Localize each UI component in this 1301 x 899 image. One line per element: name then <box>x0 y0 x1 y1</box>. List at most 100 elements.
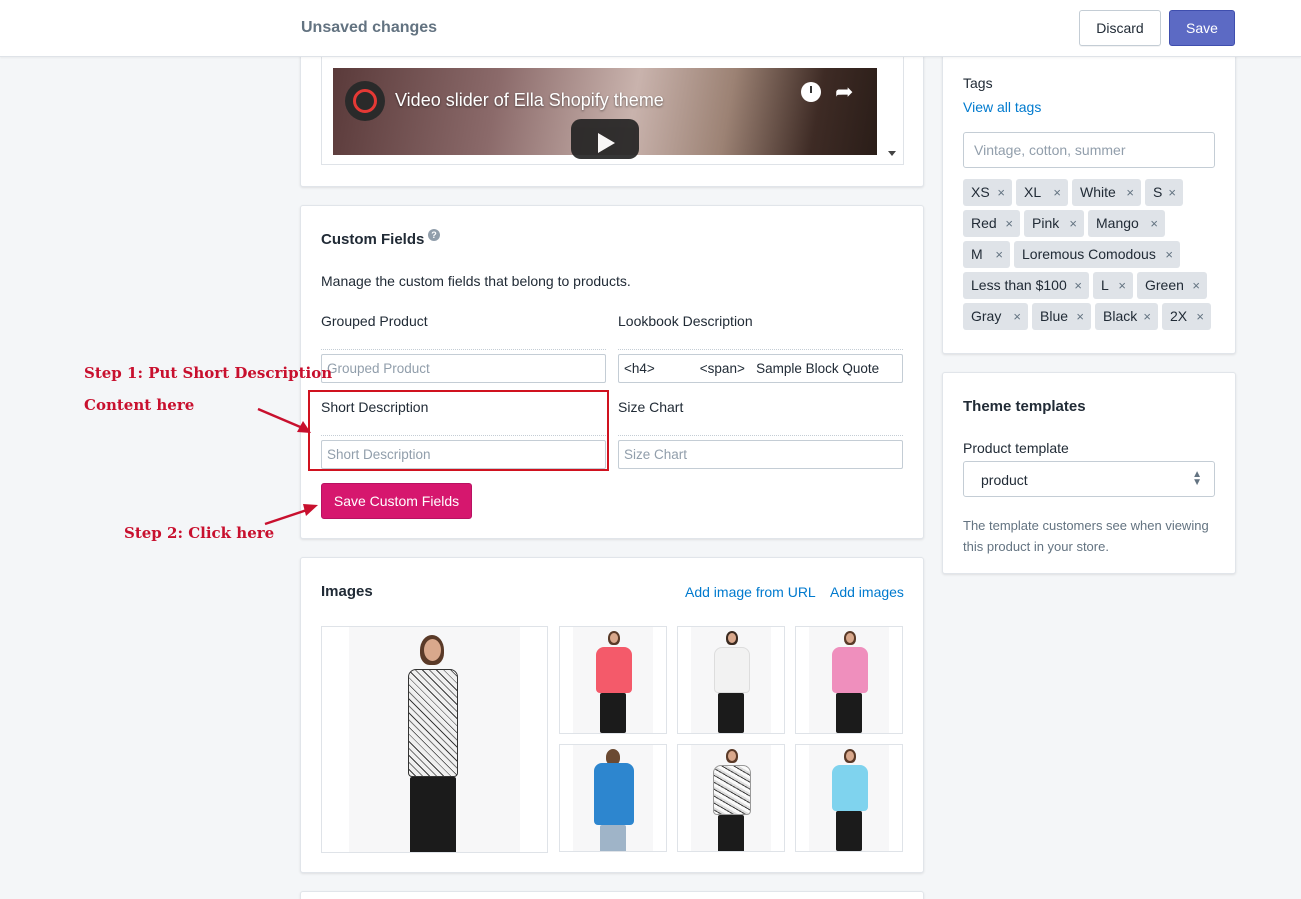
tag-label: S <box>1153 184 1163 200</box>
remove-tag-icon[interactable]: × <box>1168 179 1176 206</box>
tag-label: XL <box>1024 184 1042 200</box>
custom-fields-title: Custom Fields <box>321 231 425 248</box>
remove-tag-icon[interactable]: × <box>1126 179 1134 206</box>
lookbook-description-input[interactable] <box>618 354 903 383</box>
tag-chip[interactable]: S × <box>1145 179 1183 206</box>
theme-templates-card: Theme templates Product template product… <box>942 372 1236 574</box>
embedded-video-frame[interactable]: Video slider of Ella Shopify theme ➦ <box>321 56 904 165</box>
field-divider <box>618 349 903 350</box>
remove-tag-icon[interactable]: × <box>997 179 1005 206</box>
tag-chip[interactable]: Pink × <box>1024 210 1084 237</box>
remove-tag-icon[interactable]: × <box>1165 241 1173 268</box>
images-title: Images <box>321 583 373 600</box>
tag-chip[interactable]: Less than $100 × <box>963 272 1089 299</box>
tag-chip[interactable]: Blue × <box>1032 303 1091 330</box>
clock-icon[interactable] <box>801 82 821 102</box>
discard-button[interactable]: Discard <box>1079 10 1161 46</box>
tag-chip[interactable]: XL × <box>1016 179 1068 206</box>
grouped-product-input[interactable] <box>321 354 606 383</box>
step1-annotation-line2: Content here <box>84 396 195 414</box>
remove-tag-icon[interactable]: × <box>1118 272 1126 299</box>
tag-chip[interactable]: 2X × <box>1162 303 1211 330</box>
remove-tag-icon[interactable]: × <box>1005 210 1013 237</box>
remove-tag-icon[interactable]: × <box>1192 272 1200 299</box>
tag-chip[interactable]: Green × <box>1137 272 1207 299</box>
top-bar: Unsaved changes Discard Save <box>0 0 1301 57</box>
video-title: Video slider of Ella Shopify theme <box>395 90 664 110</box>
tag-label: M <box>971 246 983 262</box>
remove-tag-icon[interactable]: × <box>1013 303 1021 330</box>
theme-templates-title: Theme templates <box>963 398 1086 415</box>
tag-label: Pink <box>1032 215 1060 231</box>
tag-chip[interactable]: XS × <box>963 179 1012 206</box>
images-card: Images Add image from URL Add images <box>300 557 924 873</box>
product-image-main[interactable] <box>321 626 548 853</box>
help-icon[interactable]: ? <box>428 229 440 241</box>
tag-chip[interactable]: Loremous Comodous × <box>1014 241 1180 268</box>
tag-label: XS <box>971 184 990 200</box>
remove-tag-icon[interactable]: × <box>1076 303 1084 330</box>
view-all-tags-link[interactable]: View all tags <box>963 99 1041 115</box>
remove-tag-icon[interactable]: × <box>1074 272 1082 299</box>
custom-fields-card: Custom Fields ? Manage the custom fields… <box>300 205 924 539</box>
product-image-thumb[interactable] <box>795 744 903 852</box>
size-chart-input[interactable] <box>618 440 903 469</box>
tag-chip[interactable]: White × <box>1072 179 1141 206</box>
add-image-from-url-link[interactable]: Add image from URL <box>685 584 816 600</box>
tag-chip[interactable]: Black × <box>1095 303 1158 330</box>
product-image-thumb[interactable] <box>559 626 667 734</box>
product-image-thumb[interactable] <box>559 744 667 852</box>
tag-label: 2X <box>1170 308 1188 324</box>
video-thumbnail[interactable]: Video slider of Ella Shopify theme ➦ <box>333 68 877 159</box>
tag-label: Less than $100 <box>971 277 1067 293</box>
save-button[interactable]: Save <box>1169 10 1235 46</box>
short-description-input[interactable] <box>321 440 606 469</box>
video-channel-logo-icon <box>345 81 385 121</box>
lookbook-description-label: Lookbook Description <box>618 313 753 329</box>
tag-label: White <box>1080 184 1116 200</box>
tag-label: Loremous Comodous <box>1022 246 1156 262</box>
tags-label: Tags <box>963 75 993 91</box>
select-arrows-icon: ▲ ▼ <box>1192 469 1202 488</box>
remove-tag-icon[interactable]: × <box>1143 303 1151 330</box>
remove-tag-icon[interactable]: × <box>1150 210 1158 237</box>
tag-label: Green <box>1145 277 1184 293</box>
scroll-down-icon[interactable] <box>888 151 896 156</box>
grouped-product-label: Grouped Product <box>321 313 428 329</box>
tag-chip[interactable]: Red × <box>963 210 1020 237</box>
tag-label: Blue <box>1040 308 1069 324</box>
remove-tag-icon[interactable]: × <box>1053 179 1061 206</box>
selected-template: product <box>981 472 1028 488</box>
field-divider <box>321 349 606 350</box>
tag-chip[interactable]: Mango × <box>1088 210 1165 237</box>
share-icon[interactable]: ➦ <box>835 79 853 105</box>
tag-chip[interactable]: Gray × <box>963 303 1028 330</box>
play-icon[interactable] <box>571 119 639 159</box>
unsaved-changes-title: Unsaved changes <box>301 19 438 36</box>
product-image-thumb[interactable] <box>795 626 903 734</box>
step1-annotation-line1: Step 1: Put Short Description <box>84 364 333 382</box>
remove-tag-icon[interactable]: × <box>1069 210 1077 237</box>
template-help-text: The template customers see when viewing … <box>963 518 1209 554</box>
product-image-thumb[interactable] <box>677 744 785 852</box>
tag-label: Mango <box>1096 215 1139 231</box>
step1-arrow-icon <box>257 407 311 433</box>
tag-chip[interactable]: L × <box>1093 272 1133 299</box>
add-images-link[interactable]: Add images <box>830 584 904 600</box>
step2-arrow-icon <box>264 504 318 526</box>
tag-label: L <box>1101 277 1109 293</box>
step2-annotation: Step 2: Click here <box>124 524 275 542</box>
remove-tag-icon[interactable]: × <box>1196 303 1204 330</box>
next-card <box>300 891 924 899</box>
tags-input[interactable] <box>963 132 1215 168</box>
save-custom-fields-button[interactable]: Save Custom Fields <box>321 483 472 519</box>
description-card: Video slider of Ella Shopify theme ➦ <box>300 40 924 187</box>
remove-tag-icon[interactable]: × <box>995 241 1003 268</box>
custom-fields-description: Manage the custom fields that belong to … <box>321 273 631 289</box>
tag-chip[interactable]: M × <box>963 241 1010 268</box>
product-template-label: Product template <box>963 440 1069 456</box>
size-chart-label: Size Chart <box>618 399 684 415</box>
field-divider <box>321 435 606 436</box>
product-template-select[interactable]: product ▲ ▼ <box>963 461 1215 497</box>
product-image-thumb[interactable] <box>677 626 785 734</box>
